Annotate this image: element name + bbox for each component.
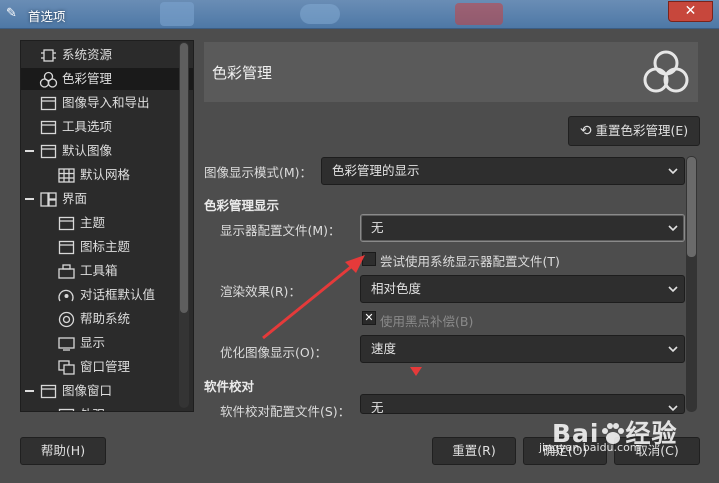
try-system-profile-label: 尝试使用系统显示器配置文件(T) — [380, 254, 560, 269]
sidebar-item[interactable]: 界面 — [39, 188, 87, 210]
display-mode-value: 色彩管理的显示 — [332, 163, 420, 178]
sidebar-item[interactable]: 对话框默认值 — [57, 284, 155, 306]
section-softproof-heading: 软件校对 — [204, 379, 255, 394]
display-icon — [58, 337, 75, 351]
window-title: 首选项 — [28, 9, 66, 24]
sidebar-item[interactable]: 帮助系统 — [57, 308, 130, 330]
rendering-intent-select[interactable]: 相对色度 — [360, 275, 685, 303]
sidebar-item-label: 色彩管理 — [62, 71, 113, 86]
close-button[interactable]: ✕ — [668, 1, 713, 22]
toolbox-icon — [58, 264, 75, 279]
theme-icon — [58, 216, 75, 231]
title-bar: ✎ 首选项 ✕ — [0, 0, 719, 29]
sidebar-item-label: 对话框默认值 — [80, 287, 156, 302]
background-blur — [455, 3, 503, 25]
annotation-marker — [410, 367, 422, 376]
help-button[interactable]: 帮助(H) — [20, 437, 106, 465]
rendering-intent-value: 相对色度 — [371, 281, 422, 296]
grid-icon — [58, 168, 75, 183]
chevron-down-icon — [668, 286, 678, 293]
dialog-defaults-icon — [58, 289, 74, 302]
sidebar-item[interactable]: 主题 — [57, 212, 105, 234]
color-circles-icon — [39, 71, 58, 88]
sidebar-item-label: 默认网格 — [80, 167, 131, 182]
background-blur — [300, 4, 340, 24]
color-management-icon — [643, 50, 689, 93]
reset-button[interactable]: 重置(R) — [432, 437, 516, 465]
content-scrollbar[interactable] — [686, 156, 697, 412]
sidebar-item[interactable]: 图像窗口 — [39, 380, 112, 402]
sidebar-item[interactable]: 图像导入和导出 — [39, 92, 150, 114]
page-title: 色彩管理 — [212, 64, 273, 82]
page-header: 色彩管理 — [204, 42, 698, 102]
sidebar-item[interactable]: 系统资源 — [39, 44, 112, 66]
sidebar-item[interactable]: 图标主题 — [57, 236, 130, 258]
chip-icon — [41, 49, 56, 62]
watermark-url: jingyan.baidu.com — [539, 441, 641, 454]
sidebar-scrollbar[interactable] — [179, 42, 189, 408]
sidebar-item-label: 图标主题 — [80, 239, 131, 254]
section-display-heading: 色彩管理显示 — [204, 198, 280, 213]
sidebar-scroll-thumb[interactable] — [180, 43, 188, 313]
content-scroll-thumb[interactable] — [687, 157, 696, 257]
softproof-profile-value: 无 — [371, 400, 384, 414]
interface-icon — [40, 192, 57, 207]
sidebar-item-label: 图像窗口 — [62, 383, 113, 398]
sidebar-item[interactable]: 色彩管理 — [21, 68, 193, 90]
help-system-icon — [58, 311, 75, 328]
chevron-down-icon — [668, 168, 678, 175]
sidebar-item-label: 帮助系统 — [80, 311, 131, 326]
tool-options-icon — [40, 120, 57, 135]
monitor-profile-value: 无 — [371, 220, 384, 235]
sidebar-item[interactable]: 工具箱 — [57, 260, 118, 282]
chevron-down-icon — [668, 405, 678, 412]
icon-theme-icon — [58, 240, 75, 255]
reset-color-management-label: 重置色彩管理(E) — [595, 123, 689, 138]
sidebar-item-label: 默认图像 — [62, 143, 113, 158]
sidebar-item[interactable]: 外观 — [57, 404, 105, 411]
background-blur — [160, 2, 194, 26]
collapse-icon[interactable] — [25, 150, 34, 152]
window-management-icon — [58, 360, 75, 375]
image-window-icon — [40, 384, 57, 399]
annotation-arrow — [262, 255, 365, 340]
softproof-profile-label: 软件校对配置文件(S)： — [220, 404, 351, 419]
sidebar-item[interactable]: 工具选项 — [39, 116, 112, 138]
optimize-display-select[interactable]: 速度 — [360, 335, 685, 363]
collapse-icon[interactable] — [25, 390, 34, 392]
sidebar-item-label: 系统资源 — [62, 47, 113, 62]
gimp-app-icon: ✎ — [6, 6, 17, 21]
sidebar-item[interactable]: 窗口管理 — [57, 356, 130, 378]
sidebar-item-label: 界面 — [62, 191, 88, 206]
chevron-down-icon — [668, 346, 678, 353]
sidebar-item-label: 显示 — [80, 335, 106, 350]
import-export-icon — [40, 96, 57, 111]
preferences-category-tree[interactable]: 系统资源色彩管理图像导入和导出 工具选项默认图像默认网格界面主题图标主题工具箱对话… — [20, 40, 194, 412]
chevron-down-icon — [668, 225, 678, 232]
black-point-label: 使用黑点补偿(B) — [380, 314, 474, 329]
sidebar-item-label: 外观 — [80, 407, 105, 411]
sidebar-item-label: 主题 — [80, 215, 106, 230]
collapse-icon[interactable] — [25, 198, 34, 200]
display-mode-select[interactable]: 色彩管理的显示 — [321, 157, 685, 185]
monitor-profile-select[interactable]: 无 — [360, 214, 685, 242]
reset-icon: ⟲ — [579, 123, 592, 139]
sidebar-item-label: 图像导入和导出 — [62, 95, 150, 110]
default-image-icon — [40, 144, 57, 159]
sidebar-item[interactable]: 默认网格 — [57, 164, 130, 186]
sidebar-item-label: 工具选项 — [62, 119, 113, 134]
optimize-display-value: 速度 — [371, 341, 397, 356]
sidebar-item-label: 工具箱 — [80, 263, 118, 278]
softproof-profile-select[interactable]: 无 — [360, 394, 685, 414]
baidu-watermark: Bai 经验 jingyan.baidu.com — [539, 414, 678, 454]
sidebar-item-label: 窗口管理 — [80, 359, 131, 374]
monitor-profile-label: 显示器配置文件(M)： — [220, 223, 341, 238]
sidebar-item[interactable]: 显示 — [57, 332, 105, 354]
appearance-icon — [58, 408, 75, 411]
reset-color-management-button[interactable]: ⟲ 重置色彩管理(E) — [568, 116, 700, 146]
sidebar-item[interactable]: 默认图像 — [39, 140, 112, 162]
display-mode-label: 图像显示模式(M)： — [204, 165, 313, 180]
